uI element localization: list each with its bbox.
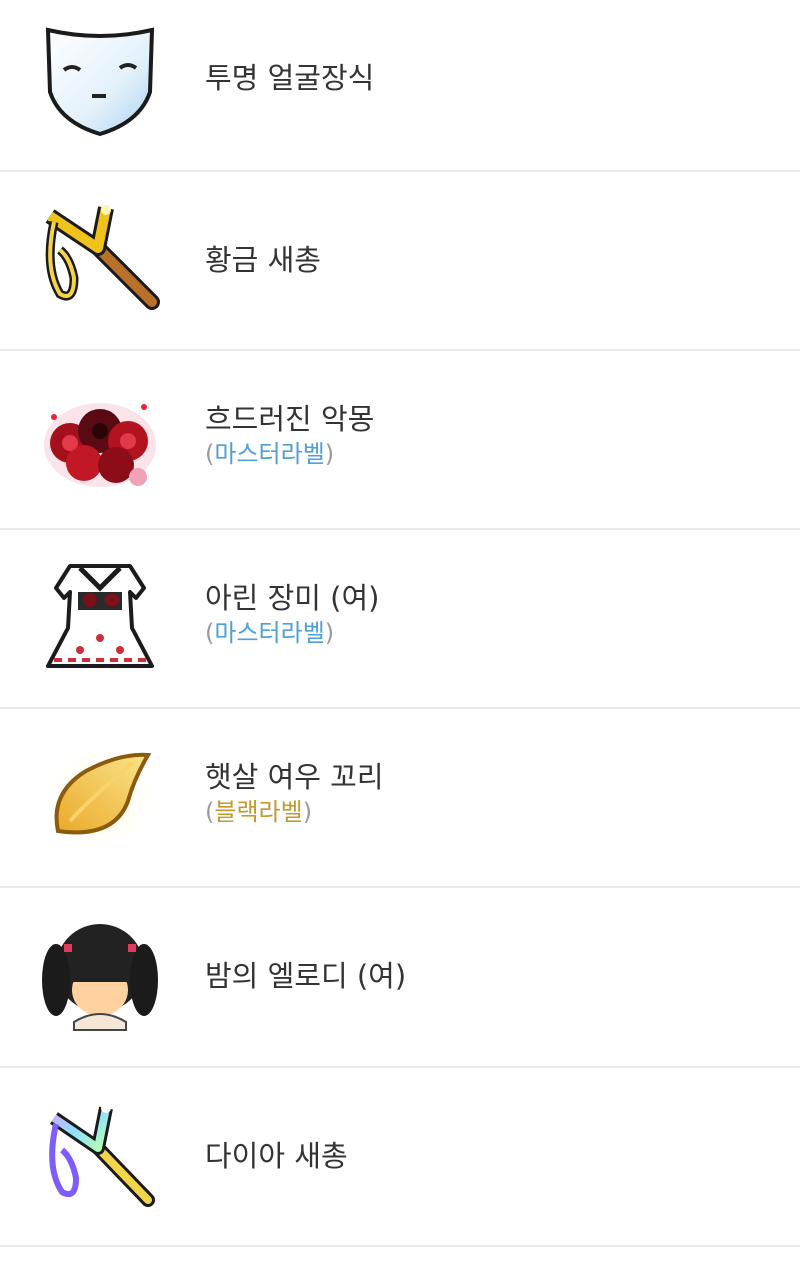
label-text: 마스터라벨 — [214, 619, 325, 647]
item-name: 햇살 여우 꼬리 — [205, 760, 384, 794]
label-text: 마스터라벨 — [214, 440, 325, 468]
rose-dress-icon — [40, 558, 160, 678]
item-text: 투명 얼굴장식 — [205, 60, 374, 96]
night-elody-hair-icon — [40, 918, 160, 1038]
list-item-sunlight-fox-tail[interactable]: 햇살 여우 꼬리 (블랙라벨) — [0, 709, 800, 888]
black-label-badge: (블랙라벨) — [205, 797, 384, 827]
item-text: 황금 새총 — [205, 242, 321, 278]
item-text: 아린 장미 (여) (마스터라벨) — [205, 580, 379, 648]
item-name: 황금 새총 — [205, 243, 321, 277]
label-open-paren: ( — [205, 619, 215, 647]
label-open-paren: ( — [205, 798, 215, 826]
label-close-paren: ) — [302, 798, 313, 826]
item-name: 밤의 엘로디 (여) — [205, 959, 407, 993]
transparent-face-mask-icon — [40, 22, 160, 142]
list-item-arin-rose[interactable]: 아린 장미 (여) (마스터라벨) — [0, 530, 800, 709]
list-item-diamond-slingshot[interactable]: 다이아 새총 — [0, 1068, 800, 1247]
item-name: 아린 장미 (여) — [205, 581, 380, 615]
sunlight-fox-tail-icon — [40, 739, 160, 859]
item-text: 밤의 엘로디 (여) — [205, 958, 406, 994]
diamond-slingshot-icon — [40, 1096, 160, 1216]
item-name: 투명 얼굴장식 — [205, 61, 375, 95]
item-name: 다이아 새총 — [205, 1139, 348, 1173]
golden-slingshot-icon — [40, 198, 160, 318]
label-open-paren: ( — [205, 440, 215, 468]
list-item-night-elody[interactable]: 밤의 엘로디 (여) — [0, 888, 800, 1068]
master-label-badge: (마스터라벨) — [205, 439, 374, 469]
item-text: 흐드러진 악몽 (마스터라벨) — [205, 401, 374, 469]
label-close-paren: ) — [324, 440, 335, 468]
item-list: 투명 얼굴장식 황금 새총 흐드러진 악몽 (마스터라벨) 아린 장미 (여) … — [0, 0, 800, 1247]
label-text: 블랙라벨 — [214, 798, 303, 826]
label-close-paren: ) — [324, 619, 335, 647]
master-label-badge: (마스터라벨) — [205, 618, 379, 648]
list-item-golden-slingshot[interactable]: 황금 새총 — [0, 172, 800, 351]
list-item-transparent-face[interactable]: 투명 얼굴장식 — [0, 0, 800, 172]
nightmare-roses-icon — [40, 383, 160, 503]
item-text: 다이아 새총 — [205, 1138, 348, 1174]
item-name: 흐드러진 악몽 — [205, 402, 375, 436]
list-item-nightmare[interactable]: 흐드러진 악몽 (마스터라벨) — [0, 351, 800, 530]
item-text: 햇살 여우 꼬리 (블랙라벨) — [205, 759, 384, 827]
